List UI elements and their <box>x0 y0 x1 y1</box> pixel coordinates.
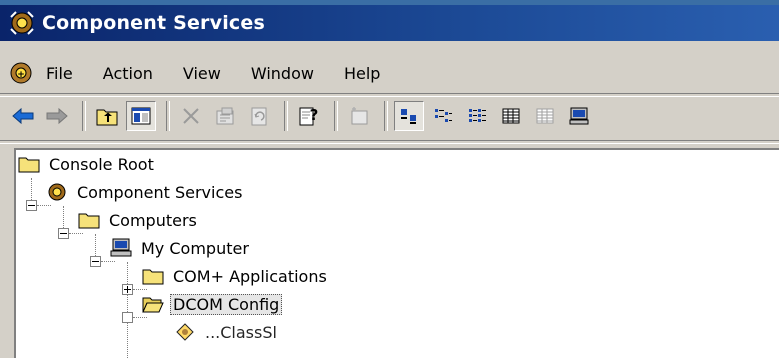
svg-text:+: + <box>17 70 25 80</box>
small-icons-icon <box>435 109 452 122</box>
tree-item-label: Computers <box>109 210 197 230</box>
collapse-component-services[interactable] <box>26 200 37 211</box>
tree-item-label: Console Root <box>49 154 154 174</box>
toolbar-separator <box>334 101 338 131</box>
new-window-button[interactable] <box>344 101 374 131</box>
new-window-icon <box>351 107 368 125</box>
open-folder-icon <box>142 297 164 313</box>
tree-item-dcom-config[interactable]: DCOM Config <box>142 290 283 318</box>
refresh-button[interactable] <box>244 101 274 131</box>
list-view-icon <box>469 109 486 122</box>
back-arrow-icon <box>12 107 34 125</box>
title-bar[interactable]: Component Services <box>0 5 779 41</box>
tree-item-my-computer[interactable]: My Computer <box>110 234 252 262</box>
computer-icon <box>569 107 589 125</box>
folder-icon <box>78 213 100 229</box>
delete-icon <box>183 108 199 124</box>
component-services-icon <box>48 183 66 201</box>
help-button[interactable]: ? <box>294 101 324 131</box>
properties-icon <box>216 107 234 125</box>
expand-com-applications[interactable] <box>122 284 133 295</box>
tree-item-label: DCOM Config <box>170 293 283 315</box>
folder-icon <box>18 157 40 173</box>
system-menu-icon[interactable]: + <box>8 60 34 86</box>
forward-button[interactable] <box>42 101 72 131</box>
computer-icon <box>110 238 132 257</box>
toolbar-separator <box>284 101 288 131</box>
menu-window[interactable]: Window <box>249 62 316 85</box>
delete-button[interactable] <box>176 101 206 131</box>
toolbar-separator <box>166 101 170 131</box>
detail-alt-icon <box>536 108 554 124</box>
tree-item-component-services[interactable]: Component Services <box>46 178 245 206</box>
component-services-icon <box>10 11 34 35</box>
console-tree[interactable]: Console Root Component Services Computer… <box>14 148 779 358</box>
tree-item-com-applications[interactable]: COM+ Applications <box>142 262 330 290</box>
tree-item-partial[interactable]: ...ClassSl <box>174 318 280 346</box>
up-one-level-button[interactable] <box>92 101 122 131</box>
toolbar-separator <box>384 101 388 131</box>
large-icons-button[interactable] <box>394 101 424 131</box>
expander-dcom-config[interactable] <box>122 312 133 323</box>
small-icons-button[interactable] <box>428 101 458 131</box>
folder-icon <box>142 269 164 285</box>
menu-file[interactable]: File <box>44 62 75 85</box>
tree-item-label: COM+ Applications <box>173 266 327 286</box>
refresh-icon <box>251 107 267 126</box>
properties-button[interactable] <box>210 101 240 131</box>
collapse-computers[interactable] <box>58 228 69 239</box>
back-button[interactable] <box>8 101 38 131</box>
svg-text:?: ? <box>310 106 319 124</box>
menu-action[interactable]: Action <box>101 62 155 85</box>
console-tree-icon <box>131 107 151 125</box>
tree-item-label: Component Services <box>77 182 243 202</box>
toolbar-bottom-divider <box>0 140 779 144</box>
component-icon <box>176 323 194 341</box>
tree-item-label: My Computer <box>141 238 249 258</box>
tree-item-label: ...ClassSl <box>205 322 277 342</box>
tree-item-console-root[interactable]: Console Root <box>18 150 157 178</box>
detail-view-button[interactable] <box>496 101 526 131</box>
tree-item-computers[interactable]: Computers <box>78 206 200 234</box>
window-title: Component Services <box>42 12 265 34</box>
menu-help[interactable]: Help <box>342 62 382 85</box>
toolbar: ? <box>0 96 779 136</box>
list-view-button[interactable] <box>462 101 492 131</box>
help-icon: ? <box>299 106 319 126</box>
forward-arrow-icon <box>46 107 68 125</box>
menu-bar: + File Action View Window Help <box>0 55 779 91</box>
detail-alt-button[interactable] <box>530 101 560 131</box>
menu-view[interactable]: View <box>181 62 223 85</box>
large-icons-icon <box>401 109 416 124</box>
tree-line <box>127 262 129 358</box>
show-hide-console-tree-button[interactable] <box>126 101 156 131</box>
collapse-my-computer[interactable] <box>90 256 101 267</box>
computer-button[interactable] <box>564 101 594 131</box>
up-folder-icon <box>96 109 118 126</box>
detail-view-icon <box>502 108 520 124</box>
toolbar-separator <box>82 101 86 131</box>
